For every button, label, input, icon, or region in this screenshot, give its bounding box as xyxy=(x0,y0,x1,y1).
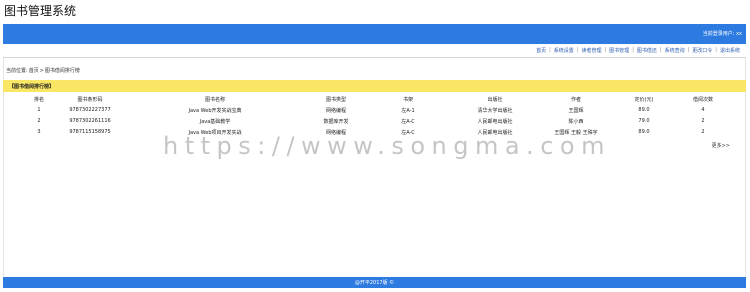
cell-barcode: 9787115158975 xyxy=(69,129,111,135)
footer-bar: @开平2017版 © xyxy=(3,277,746,288)
current-user-info: 当前登录用户: xx xyxy=(702,31,742,37)
nav-separator: | xyxy=(687,47,690,53)
nav-item-home[interactable]: 首页 xyxy=(536,47,546,54)
nav-separator: | xyxy=(549,47,551,53)
nav-separator: | xyxy=(604,47,607,53)
column-header-barcode: 图书条形码 xyxy=(77,97,103,103)
cell-price: 79.0 xyxy=(638,118,650,124)
nav-separator: | xyxy=(715,47,717,53)
section-title: 【图书借阅排行榜】 xyxy=(9,84,55,90)
cell-rank: 3 xyxy=(37,129,41,135)
column-header-bookshelf: 书架 xyxy=(402,97,414,103)
column-header-author: 作者 xyxy=(570,97,582,103)
ranking-table: 排名 图书条形码 图书名称 图书类型 书架 出版社 作者 定价(元) 借阅次数 … xyxy=(3,94,746,138)
column-header-book-type: 图书类型 xyxy=(325,97,347,103)
nav-item-change-password[interactable]: 更改口令 xyxy=(692,47,712,54)
nav-separator: | xyxy=(576,47,579,53)
cell-publisher: 人民邮电出版社 xyxy=(477,130,513,136)
cell-book-type: 网络编程 xyxy=(325,130,347,136)
breadcrumb-prefix: 当前位置: xyxy=(6,68,28,74)
nav-item-book-management[interactable]: 图书管理 xyxy=(609,47,629,54)
cell-publisher: 人民邮电出版社 xyxy=(477,119,513,125)
cell-author: 王国辉 王毅 王殊宇 xyxy=(554,130,598,136)
cell-borrow-count: 4 xyxy=(701,107,705,113)
nav-item-reader-management[interactable]: 读者管理 xyxy=(581,47,601,54)
cell-rank: 2 xyxy=(37,118,41,124)
breadcrumb-home[interactable]: 首页 xyxy=(29,68,39,74)
nav-separator: | xyxy=(632,47,634,53)
column-header-publisher: 出版社 xyxy=(487,97,503,103)
cell-price: 89.0 xyxy=(638,107,650,113)
section-header: 【图书借阅排行榜】 xyxy=(3,80,746,92)
cell-borrow-count: 2 xyxy=(701,118,705,124)
breadcrumb-separator: > xyxy=(39,68,44,74)
column-header-borrow-count: 借阅次数 xyxy=(692,97,714,103)
column-header-rank: 排名 xyxy=(33,97,45,103)
cell-borrow-count: 2 xyxy=(701,129,705,135)
app-title: 图书管理系统 xyxy=(4,4,77,18)
cell-book-name: Java Web开发实战宝典 xyxy=(188,108,242,114)
nav-item-logout[interactable]: 退出系统 xyxy=(720,47,740,54)
nav-item-system-settings[interactable]: 系统设置 xyxy=(554,47,574,54)
cell-author: 王国辉 xyxy=(568,108,584,114)
cell-barcode: 9787302261116 xyxy=(69,118,111,124)
cell-bookshelf: 左A-C xyxy=(401,119,415,125)
cell-rank: 1 xyxy=(37,107,41,113)
nav-separator: | xyxy=(659,47,662,53)
cell-bookshelf: 左A-C xyxy=(401,130,415,136)
breadcrumb-current: 图书借阅排行榜 xyxy=(44,68,80,74)
cell-price: 89.0 xyxy=(638,129,650,135)
cell-barcode: 9787302227377 xyxy=(69,107,111,113)
cell-bookshelf: 左A-1 xyxy=(401,108,415,114)
cell-book-type: 数据库开发 xyxy=(323,119,349,125)
page: 图书管理系统 当前登录用户: xx 首页 | 系统设置 | 读者管理 | 图书管… xyxy=(0,0,750,292)
cell-author: 陈小西 xyxy=(568,119,584,125)
more-link[interactable]: 更多>> xyxy=(712,142,730,149)
table-row: 2 9787302261116 Java基础教学 数据库开发 左A-C 人民邮电… xyxy=(3,116,746,127)
cell-book-type: 网络编程 xyxy=(325,108,347,114)
header-bar: 当前登录用户: xx xyxy=(3,24,746,44)
table-row: 3 9787115158975 Java Web项目开发实战 网络编程 左A-C… xyxy=(3,127,746,138)
cell-book-name: Java Web项目开发实战 xyxy=(188,130,242,136)
footer-copyright: @开平2017版 © xyxy=(354,280,395,286)
table-row: 1 9787302227377 Java Web开发实战宝典 网络编程 左A-1… xyxy=(3,105,746,116)
main-nav: 首页 | 系统设置 | 读者管理 | 图书管理 | 图书借还 | 系统查询 | … xyxy=(536,46,740,54)
column-header-book-name: 图书名称 xyxy=(204,97,226,103)
nav-item-system-query[interactable]: 系统查询 xyxy=(665,47,685,54)
column-header-price: 定价(元) xyxy=(634,97,654,103)
nav-item-book-borrow-return[interactable]: 图书借还 xyxy=(637,47,657,54)
breadcrumb: 当前位置:首页>图书借阅排行榜 xyxy=(6,67,81,74)
cell-book-name: Java基础教学 xyxy=(199,119,231,125)
table-header-row: 排名 图书条形码 图书名称 图书类型 书架 出版社 作者 定价(元) 借阅次数 xyxy=(3,94,746,105)
cell-publisher: 清华大学出版社 xyxy=(477,108,513,114)
